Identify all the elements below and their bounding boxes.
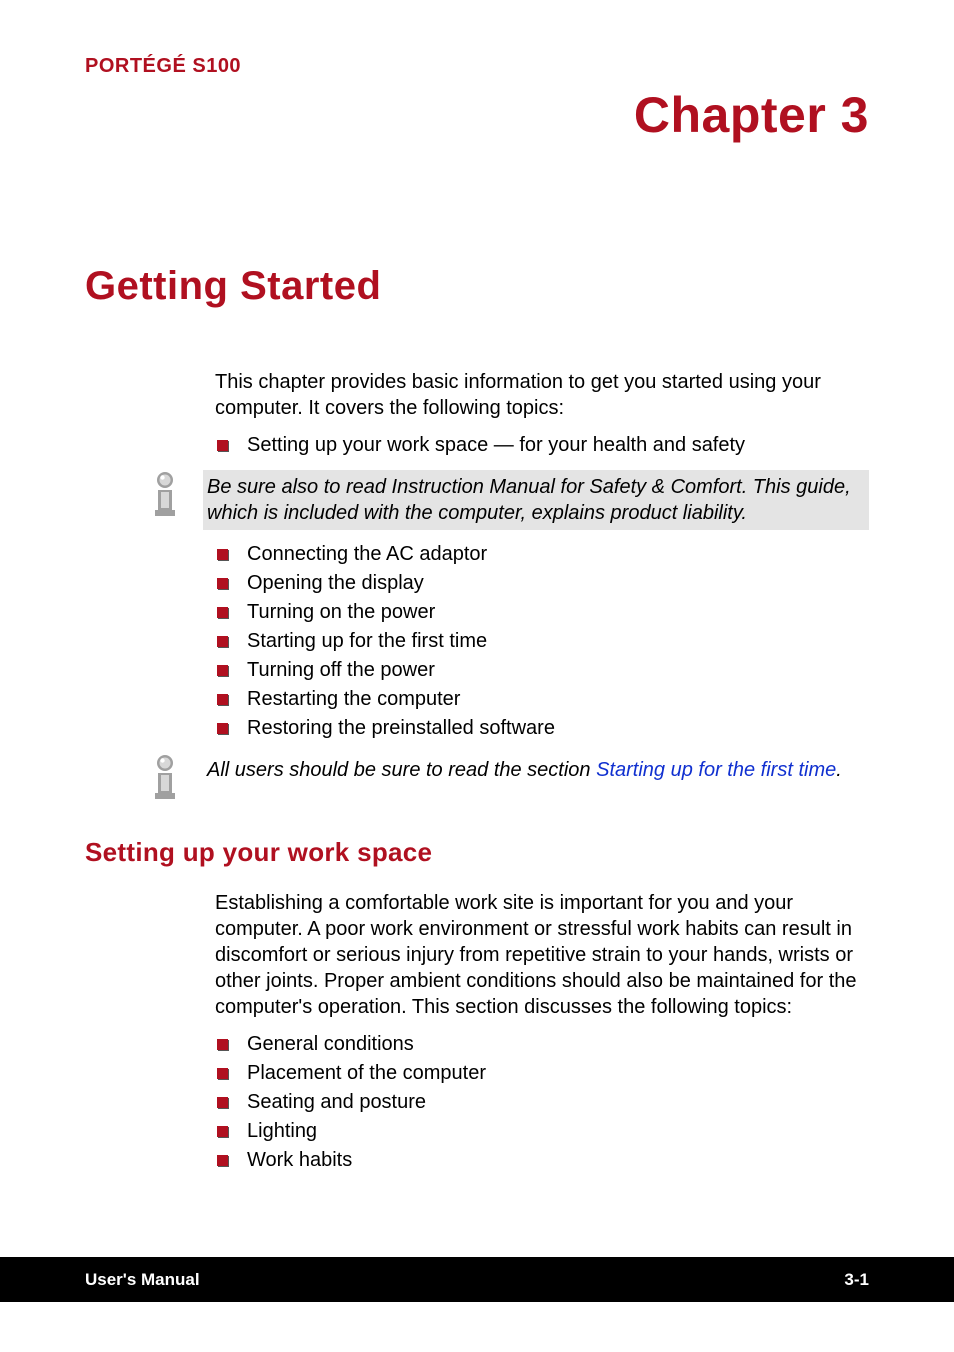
- section-heading: Setting up your work space: [85, 837, 869, 868]
- list-item: Turning on the power: [215, 598, 869, 627]
- list-item: Restarting the computer: [215, 685, 869, 714]
- intro-bullets-2: Connecting the AC adaptorOpening the dis…: [215, 540, 869, 743]
- note-row-1: Be sure also to read Instruction Manual …: [145, 470, 869, 530]
- chapter-title: Getting Started: [85, 264, 869, 309]
- list-item: Restoring the preinstalled software: [215, 714, 869, 743]
- note-2-suffix: .: [836, 759, 842, 781]
- list-item: Starting up for the first time: [215, 627, 869, 656]
- intro-paragraph: This chapter provides basic information …: [215, 369, 869, 421]
- info-icon: [145, 470, 185, 516]
- list-item: General conditions: [215, 1030, 869, 1059]
- list-item: Placement of the computer: [215, 1059, 869, 1088]
- list-item: Opening the display: [215, 569, 869, 598]
- footer-page-number: 3-1: [844, 1270, 869, 1290]
- note-2-prefix: All users should be sure to read the sec…: [207, 759, 596, 781]
- note-row-2: All users should be sure to read the sec…: [145, 753, 869, 799]
- section-bullets: General conditionsPlacement of the compu…: [215, 1030, 869, 1175]
- list-item: Connecting the AC adaptor: [215, 540, 869, 569]
- footer-left: User's Manual: [85, 1270, 200, 1290]
- list-item: Setting up your work space — for your he…: [215, 431, 869, 460]
- chapter-number: Chapter 3: [85, 86, 869, 144]
- list-item: Turning off the power: [215, 656, 869, 685]
- note-2-link[interactable]: Starting up for the first time: [596, 759, 836, 781]
- section-paragraph: Establishing a comfortable work site is …: [215, 890, 869, 1020]
- product-name: PORTÉGÉ S100: [85, 55, 869, 78]
- list-item: Seating and posture: [215, 1088, 869, 1117]
- note-text-1: Be sure also to read Instruction Manual …: [203, 470, 869, 530]
- footer-bar: User's Manual 3-1: [0, 1257, 954, 1302]
- intro-bullets-1: Setting up your work space — for your he…: [215, 431, 869, 460]
- list-item: Lighting: [215, 1117, 869, 1146]
- note-text-2: All users should be sure to read the sec…: [203, 753, 869, 787]
- info-icon: [145, 753, 185, 799]
- list-item: Work habits: [215, 1146, 869, 1175]
